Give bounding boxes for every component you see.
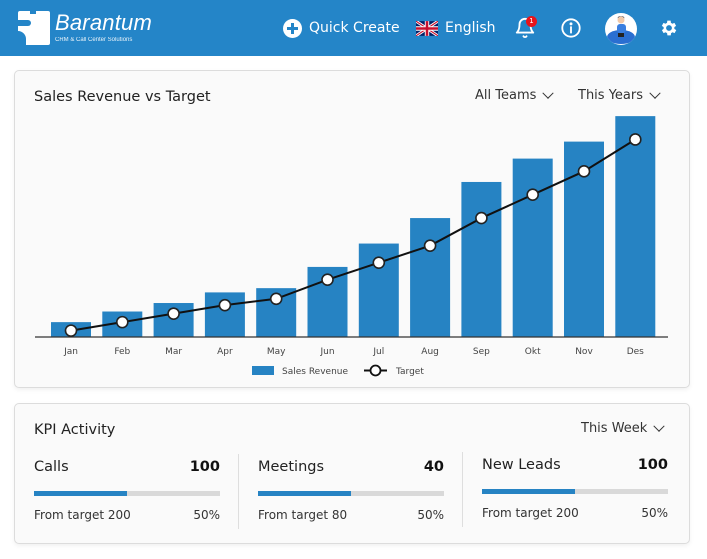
x-tick-label: Aug bbox=[421, 347, 439, 357]
kpi-divider bbox=[238, 454, 239, 529]
info-icon bbox=[561, 18, 581, 38]
notification-badge: 1 bbox=[526, 16, 537, 27]
legend-label-sales-revenue: Sales Revenue bbox=[282, 367, 348, 377]
info-button[interactable] bbox=[560, 16, 584, 40]
x-tick-label: Jan bbox=[63, 347, 78, 357]
kpi-target-text: From target 80 bbox=[258, 508, 348, 522]
target-point-des bbox=[628, 133, 642, 146]
kpi-progress-bar bbox=[482, 489, 668, 494]
x-tick-label: May bbox=[267, 347, 286, 357]
x-tick-label: Apr bbox=[217, 347, 233, 357]
kpi-target-text: From target 200 bbox=[34, 508, 131, 522]
x-tick-label: Okt bbox=[525, 347, 541, 357]
bar-sep bbox=[461, 181, 502, 337]
x-tick-label: Jun bbox=[319, 347, 334, 357]
sales-revenue-card: Sales Revenue vs Target All Teams This Y… bbox=[14, 70, 690, 388]
settings-button[interactable] bbox=[659, 16, 681, 40]
kpi-label: Calls bbox=[34, 459, 69, 475]
x-tick-label: Sep bbox=[473, 347, 490, 357]
kpi-target-text: From target 200 bbox=[482, 506, 579, 520]
chevron-down-icon bbox=[653, 420, 665, 432]
quick-create-button[interactable]: Quick Create bbox=[283, 16, 400, 40]
avatar-illustration-icon bbox=[607, 16, 635, 44]
logo-name: Barantum bbox=[55, 10, 152, 35]
kpi-label: New Leads bbox=[482, 457, 561, 473]
bar-okt bbox=[512, 158, 553, 337]
target-point-aug bbox=[423, 239, 437, 252]
plus-circle-icon bbox=[283, 18, 302, 38]
kpi-percent: 50% bbox=[641, 506, 668, 520]
sales-revenue-chart: Jan Feb Mar Apr May Jun Jul Aug Sep Okt Nov Des Sal… bbox=[35, 116, 668, 377]
x-tick-label: Feb bbox=[114, 347, 130, 357]
target-point-jun bbox=[321, 273, 334, 286]
quick-create-label: Quick Create bbox=[309, 20, 400, 36]
target-point-feb bbox=[116, 315, 129, 329]
user-avatar[interactable] bbox=[605, 13, 637, 45]
kpi-progress-bar bbox=[258, 491, 444, 496]
target-point-okt bbox=[526, 188, 540, 202]
legend-label-target: Target bbox=[395, 367, 424, 377]
barantum-logo[interactable]: Barantum CRM & Call Center Solutions bbox=[18, 11, 152, 45]
notifications-button[interactable]: 1 bbox=[514, 16, 538, 40]
gear-icon bbox=[661, 20, 677, 36]
kpi-value: 100 bbox=[189, 459, 220, 475]
kpi-card-title: KPI Activity bbox=[34, 422, 116, 438]
x-tick-label: Des bbox=[627, 347, 644, 357]
x-tick-label: Mar bbox=[165, 347, 182, 357]
target-point-nov bbox=[577, 165, 591, 178]
target-point-apr bbox=[218, 298, 232, 312]
kpi-period-dropdown[interactable]: This Week bbox=[581, 420, 665, 436]
x-tick-label: Nov bbox=[575, 347, 593, 357]
kpi-period-label: This Week bbox=[581, 421, 648, 436]
legend-swatch-sales-revenue bbox=[252, 366, 274, 375]
target-point-jul bbox=[372, 256, 386, 269]
kpi-percent: 50% bbox=[417, 508, 444, 522]
logo-mark-icon bbox=[18, 11, 50, 45]
target-point-sep bbox=[475, 211, 488, 225]
kpi-progress-fill bbox=[482, 489, 575, 494]
language-label: English bbox=[445, 20, 496, 36]
top-navigation-bar: Barantum CRM & Call Center Solutions Qui… bbox=[0, 0, 707, 56]
kpi-value: 40 bbox=[423, 459, 444, 475]
logo-tagline: CRM & Call Center Solutions bbox=[55, 37, 133, 43]
legend-marker-target bbox=[369, 364, 382, 377]
target-point-may bbox=[269, 292, 283, 306]
uk-flag-icon bbox=[416, 20, 438, 36]
kpi-percent: 50% bbox=[193, 508, 220, 522]
kpi-progress-fill bbox=[258, 491, 351, 496]
target-point-mar bbox=[167, 307, 180, 320]
kpi-value: 100 bbox=[637, 457, 668, 473]
x-tick-label: Jul bbox=[372, 347, 384, 357]
target-point-jan bbox=[64, 324, 78, 337]
kpi-activity-card: KPI Activity This Week Calls 100 From ta… bbox=[14, 403, 690, 544]
kpi-progress-fill bbox=[34, 491, 127, 496]
bar-aug bbox=[410, 218, 451, 337]
kpi-label: Meetings bbox=[258, 459, 325, 475]
kpi-divider bbox=[462, 452, 463, 527]
kpi-progress-bar bbox=[34, 491, 220, 496]
language-selector[interactable]: English bbox=[416, 16, 496, 40]
